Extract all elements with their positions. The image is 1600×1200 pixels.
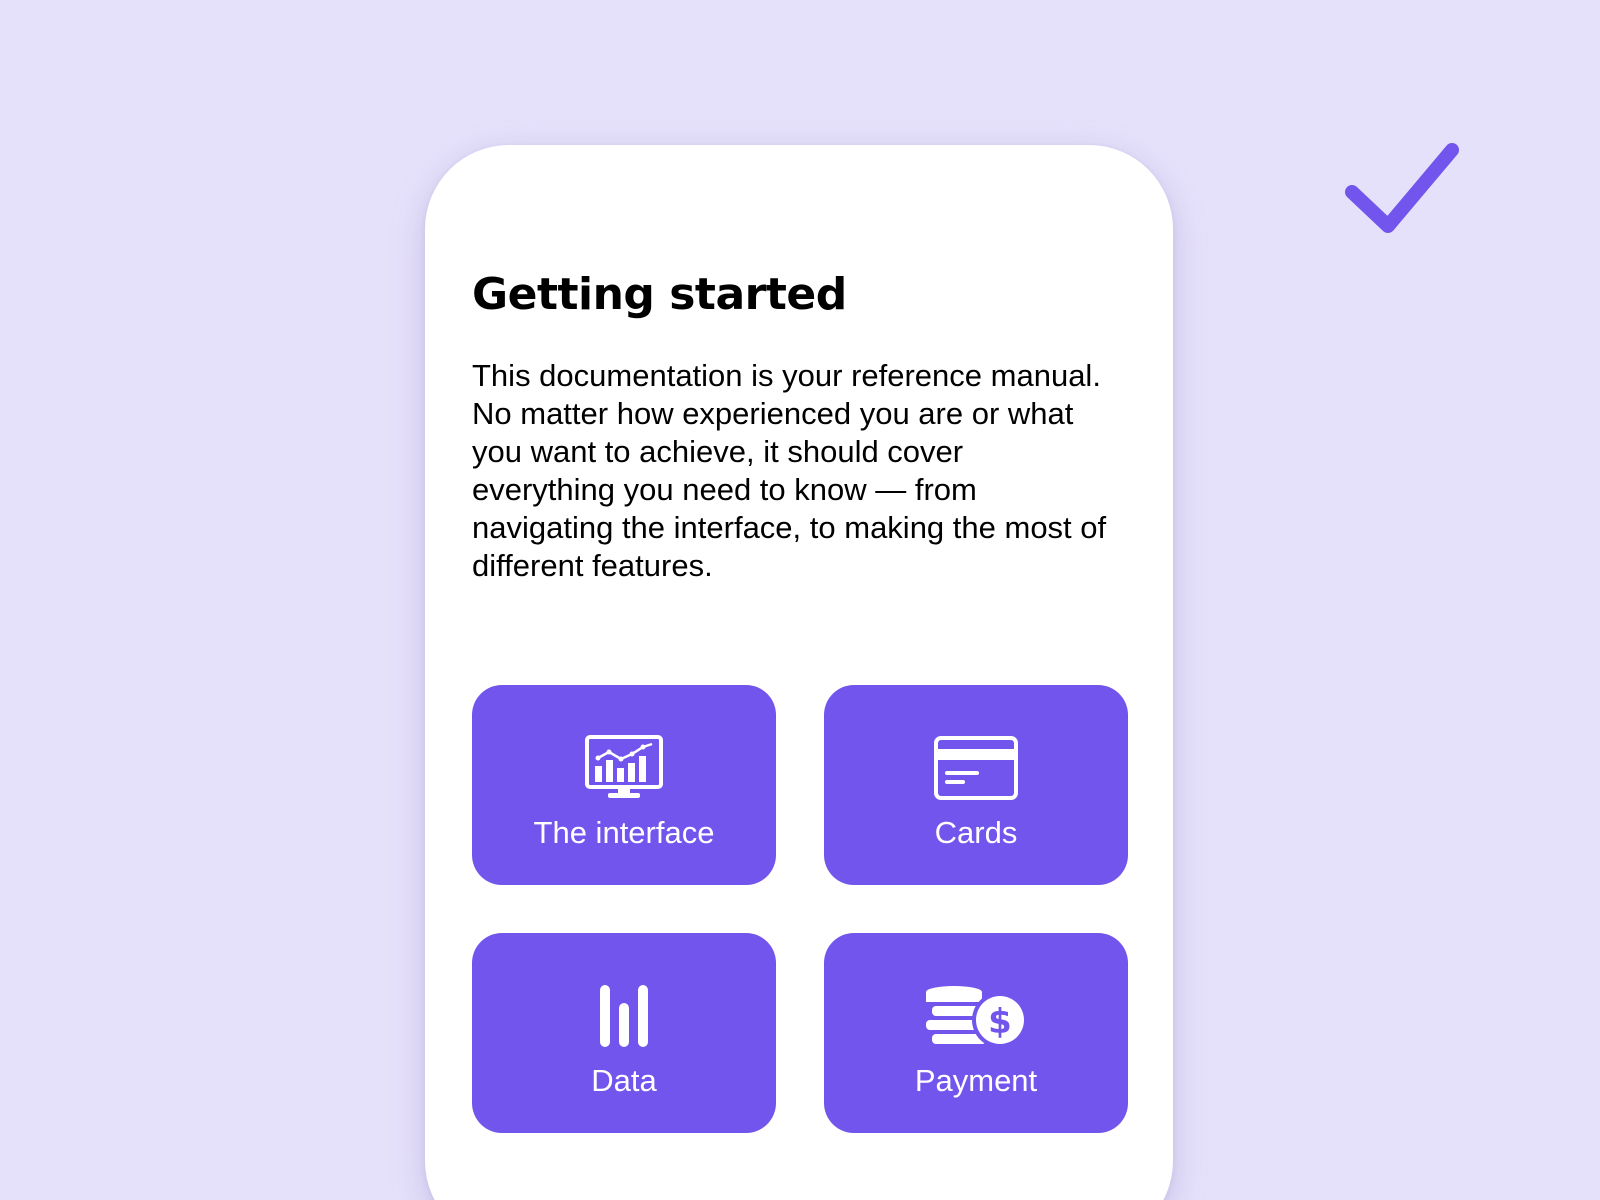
data-tile-label: Data xyxy=(591,1063,657,1098)
payment-tile-label: Payment xyxy=(914,1063,1038,1098)
monitor-chart-icon xyxy=(584,733,664,803)
page-title: Getting started xyxy=(472,269,847,320)
interface-tile-button[interactable]: The interface xyxy=(472,685,776,885)
interface-tile-label: The interface xyxy=(533,815,715,850)
credit-card-icon xyxy=(933,733,1019,803)
coins-dollar-icon: $ xyxy=(924,981,1028,1051)
app-screen: Getting started This documentation is yo… xyxy=(0,0,1600,1200)
svg-text:$: $ xyxy=(988,1002,1012,1042)
checkmark-icon xyxy=(1345,143,1459,233)
bar-chart-icon xyxy=(596,981,652,1051)
phone-frame: Getting started This documentation is yo… xyxy=(425,145,1173,1200)
cards-tile-button[interactable]: Cards xyxy=(824,685,1128,885)
getting-started-section: Getting started This documentation is yo… xyxy=(472,267,1132,585)
topic-grid: The interface Cards Data $ Payment xyxy=(472,685,1128,1133)
payment-tile-button[interactable]: $ Payment xyxy=(824,933,1128,1133)
cards-tile-label: Cards xyxy=(934,815,1018,850)
intro-paragraph: This documentation is your reference man… xyxy=(472,358,1107,583)
data-tile-button[interactable]: Data xyxy=(472,933,776,1133)
